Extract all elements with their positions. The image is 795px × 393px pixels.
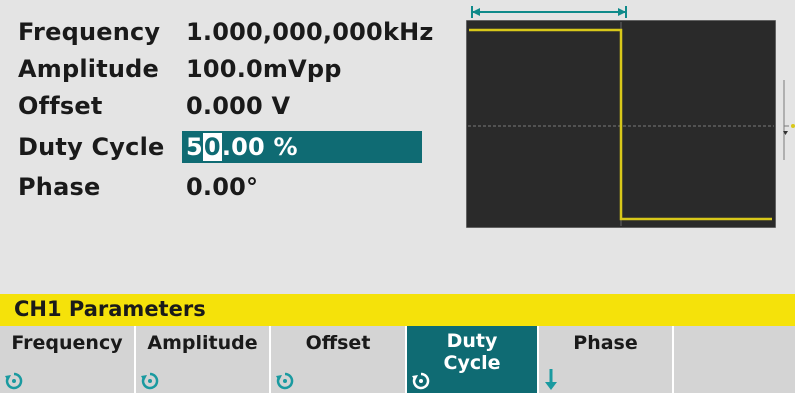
softkey-label: Duty Cycle [443,330,501,374]
softkey-label: Amplitude [147,332,258,354]
softkey-phase[interactable]: Phase [539,326,674,393]
param-value-phase: 0.00° [186,173,259,201]
softkey-amplitude[interactable]: Amplitude [136,326,271,393]
softkey-empty[interactable] [674,326,795,393]
param-label-amplitude: Amplitude [18,55,160,83]
softkey-label: Offset [305,332,371,354]
param-label-offset: Offset [18,92,103,120]
softkey-offset[interactable]: Offset [271,326,407,393]
softkey-label: Frequency [11,332,123,354]
knob-icon [5,372,23,390]
duty-cycle-edit-field[interactable]: 50.00 % [182,131,422,163]
knob-icon [276,372,294,390]
softkey-frequency[interactable]: Frequency [0,326,136,393]
softkey-duty-cycle[interactable]: Duty Cycle [407,326,539,393]
duty-cycle-value-suffix: .00 % [221,133,298,161]
down-arrow-icon [545,369,557,390]
param-value-offset: 0.000 V [186,92,291,120]
period-marker-icon [471,6,627,18]
status-bar: CH1 Parameters [0,294,795,326]
knob-icon [141,372,159,390]
param-value-duty-cycle: 50.00 % [186,133,298,161]
waveform-preview [466,20,776,228]
trigger-level-icon [783,80,795,160]
param-label-phase: Phase [18,173,101,201]
knob-icon [412,372,430,390]
softkey-bar: Frequency Amplitude Offset Duty Cycle Ph… [0,326,795,393]
duty-cycle-value-prefix: 5 [186,133,203,161]
param-label-duty-cycle: Duty Cycle [18,133,165,161]
instrument-screen: Frequency 1.000,000,000kHz Amplitude 100… [0,0,795,393]
softkey-label: Phase [573,332,638,354]
param-value-frequency: 1.000,000,000kHz [186,18,434,46]
level-marker-strip [782,20,795,230]
param-value-amplitude: 100.0mVpp [186,55,342,83]
edit-cursor-digit: 0 [202,133,222,161]
status-text: CH1 Parameters [14,297,206,321]
param-label-frequency: Frequency [18,18,161,46]
